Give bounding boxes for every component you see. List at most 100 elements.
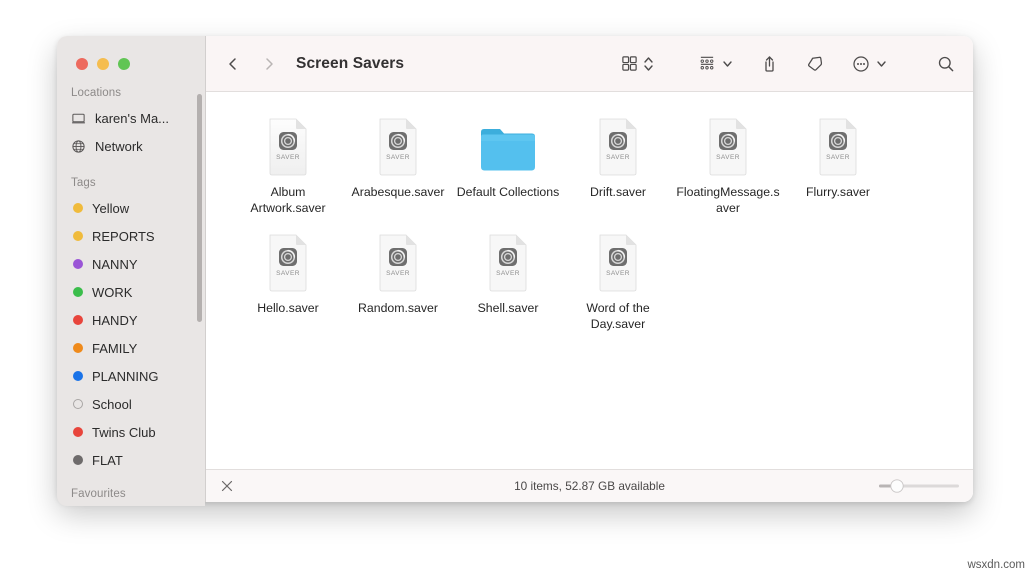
sidebar-section-header-locations: Locations bbox=[57, 70, 205, 104]
search-button[interactable] bbox=[937, 51, 955, 77]
file-item-shell[interactable]: SAVER Shell.saver bbox=[453, 230, 563, 332]
tag-dot-icon bbox=[73, 315, 83, 325]
status-bar: 10 items, 52.87 GB available bbox=[206, 469, 973, 502]
tag-dot-icon bbox=[73, 203, 83, 213]
close-x-icon[interactable] bbox=[220, 479, 234, 493]
sidebar-item-network[interactable]: Network bbox=[57, 132, 205, 160]
file-item-random[interactable]: SAVER Random.saver bbox=[343, 230, 453, 332]
sidebar-item-label: FAMILY bbox=[92, 341, 137, 356]
sidebar-item-label: School bbox=[92, 397, 132, 412]
sidebar: Locations karen's Ma... Networ bbox=[57, 36, 205, 506]
sidebar-item-label: karen's Ma... bbox=[95, 111, 169, 126]
file-name-label: Default Collections bbox=[453, 185, 563, 201]
more-actions-button[interactable] bbox=[852, 51, 870, 77]
close-window-button[interactable] bbox=[76, 58, 88, 70]
svg-text:SAVER: SAVER bbox=[386, 270, 410, 277]
saver-file-icon: SAVER bbox=[563, 230, 673, 292]
maximize-window-button[interactable] bbox=[118, 58, 130, 70]
grid-view-button[interactable] bbox=[621, 51, 638, 77]
file-item-album-artwork[interactable]: SAVER Album Artwork.saver bbox=[233, 114, 343, 216]
globe-icon bbox=[71, 139, 86, 154]
chevron-down-icon[interactable] bbox=[722, 51, 733, 77]
tag-dot-icon bbox=[73, 231, 83, 241]
svg-text:SAVER: SAVER bbox=[606, 270, 630, 277]
sidebar-item-label: Twins Club bbox=[92, 425, 156, 440]
file-item-word-of-the-day[interactable]: SAVER Word of the Day.saver bbox=[563, 230, 673, 332]
sidebar-item-tag-work[interactable]: WORK bbox=[57, 278, 205, 306]
tag-dot-icon bbox=[73, 259, 83, 269]
toolbar: Screen Savers bbox=[206, 36, 973, 92]
file-item-flurry[interactable]: SAVER Flurry.saver bbox=[783, 114, 893, 216]
minimize-window-button[interactable] bbox=[97, 58, 109, 70]
sidebar-item-tag-flat[interactable]: FLAT bbox=[57, 446, 205, 474]
finder-window: Locations karen's Ma... Networ bbox=[57, 36, 973, 502]
saver-file-icon: SAVER bbox=[343, 114, 453, 176]
file-grid-row: SAVER Album Artwork.saver bbox=[206, 114, 973, 216]
file-item-floatingmessage[interactable]: SAVER FloatingMessage.saver bbox=[673, 114, 783, 216]
zoom-slider[interactable] bbox=[879, 478, 959, 494]
svg-text:SAVER: SAVER bbox=[606, 154, 630, 161]
file-item-arabesque[interactable]: SAVER Arabesque.saver bbox=[343, 114, 453, 216]
sidebar-item-label: REPORTS bbox=[92, 229, 155, 244]
svg-text:SAVER: SAVER bbox=[826, 154, 850, 161]
file-item-default-collections[interactable]: Default Collections bbox=[453, 114, 563, 216]
sidebar-item-tag-planning[interactable]: PLANNING bbox=[57, 362, 205, 390]
toolbar-actions bbox=[621, 51, 955, 77]
file-name-label: Drift.saver bbox=[563, 185, 673, 201]
saver-file-icon: SAVER bbox=[233, 114, 343, 176]
saver-file-icon: SAVER bbox=[673, 114, 783, 176]
svg-text:SAVER: SAVER bbox=[496, 270, 520, 277]
file-name-label: Arabesque.saver bbox=[343, 185, 453, 201]
sidebar-item-tag-yellow[interactable]: Yellow bbox=[57, 194, 205, 222]
file-grid[interactable]: SAVER Album Artwork.saver bbox=[206, 92, 973, 469]
laptop-icon bbox=[71, 111, 86, 126]
sidebar-item-tag-handy[interactable]: HANDY bbox=[57, 306, 205, 334]
sidebar-item-label: FLAT bbox=[92, 453, 123, 468]
svg-text:SAVER: SAVER bbox=[276, 154, 300, 161]
saver-file-icon: SAVER bbox=[783, 114, 893, 176]
file-name-label: Shell.saver bbox=[453, 301, 563, 317]
sidebar-item-tag-school[interactable]: School bbox=[57, 390, 205, 418]
sidebar-section-header-tags: Tags bbox=[57, 160, 205, 194]
sidebar-item-label: PLANNING bbox=[92, 369, 158, 384]
svg-text:SAVER: SAVER bbox=[386, 154, 410, 161]
chevron-up-down-icon[interactable] bbox=[643, 51, 654, 77]
sidebar-item-karens-mac[interactable]: karen's Ma... bbox=[57, 104, 205, 132]
tag-dot-icon bbox=[73, 371, 83, 381]
page-title: Screen Savers bbox=[296, 55, 404, 73]
back-button[interactable] bbox=[220, 51, 246, 77]
sidebar-item-label: HANDY bbox=[92, 313, 138, 328]
sidebar-item-label: WORK bbox=[92, 285, 132, 300]
saver-file-icon: SAVER bbox=[563, 114, 673, 176]
traffic-light-group bbox=[57, 36, 205, 70]
file-name-label: Word of the Day.saver bbox=[563, 301, 673, 332]
sidebar-item-tag-twins-club[interactable]: Twins Club bbox=[57, 418, 205, 446]
sidebar-item-tag-nanny[interactable]: NANNY bbox=[57, 250, 205, 278]
sidebar-item-tag-reports[interactable]: REPORTS bbox=[57, 222, 205, 250]
file-name-label: Random.saver bbox=[343, 301, 453, 317]
tag-dot-icon bbox=[73, 287, 83, 297]
saver-file-icon: SAVER bbox=[343, 230, 453, 292]
saver-file-icon: SAVER bbox=[233, 230, 343, 292]
file-name-label: Album Artwork.saver bbox=[233, 185, 343, 216]
sidebar-item-label: Yellow bbox=[92, 201, 129, 216]
share-button[interactable] bbox=[761, 51, 778, 77]
status-text: 10 items, 52.87 GB available bbox=[206, 479, 973, 493]
svg-text:SAVER: SAVER bbox=[716, 154, 740, 161]
group-by-button[interactable] bbox=[698, 51, 716, 77]
forward-button[interactable] bbox=[256, 51, 282, 77]
file-item-drift[interactable]: SAVER Drift.saver bbox=[563, 114, 673, 216]
file-name-label: Hello.saver bbox=[233, 301, 343, 317]
sidebar-item-tag-family[interactable]: FAMILY bbox=[57, 334, 205, 362]
file-item-hello[interactable]: SAVER Hello.saver bbox=[233, 230, 343, 332]
tag-dot-icon bbox=[73, 455, 83, 465]
chevron-down-icon[interactable] bbox=[876, 51, 887, 77]
watermark: wsxdn.com bbox=[967, 559, 1025, 571]
sidebar-item-label: NANNY bbox=[92, 257, 138, 272]
file-grid-row: SAVER Hello.saver S bbox=[206, 230, 973, 332]
tag-button[interactable] bbox=[806, 51, 824, 77]
svg-text:SAVER: SAVER bbox=[276, 270, 300, 277]
sidebar-item-label: Network bbox=[95, 139, 143, 154]
sidebar-scrollbar[interactable] bbox=[197, 94, 202, 322]
main-panel: Screen Savers bbox=[205, 36, 973, 502]
